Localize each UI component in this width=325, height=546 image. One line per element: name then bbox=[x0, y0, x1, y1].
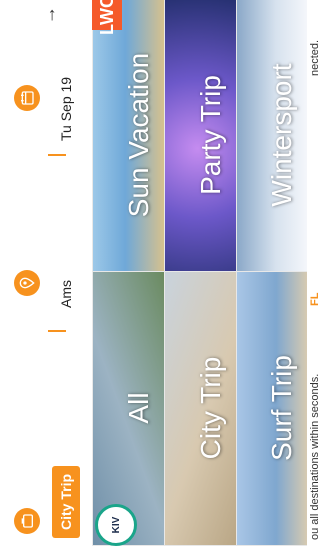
category-label: Sun Vacation bbox=[123, 52, 154, 218]
category-tile-wintersport[interactable]: Wintersport bbox=[236, 0, 309, 272]
category-tile-city-trip[interactable]: City Trip bbox=[164, 270, 238, 546]
origin-selector[interactable]: Ams bbox=[8, 166, 78, 316]
rotated-app-screen: City Trip Ams Tu Sep 19 → All City Trip … bbox=[0, 0, 325, 546]
calendar-icon bbox=[14, 85, 40, 111]
date-value[interactable]: Tu Sep 19 bbox=[52, 77, 80, 141]
trip-type-value[interactable]: City Trip bbox=[52, 465, 80, 538]
brand-logo-right: LWC bbox=[92, 0, 122, 35]
search-bar: City Trip Ams Tu Sep 19 → bbox=[0, 0, 92, 546]
category-tile-surf-trip[interactable]: Surf Trip bbox=[236, 270, 309, 546]
category-tile-party-trip[interactable]: Party Trip bbox=[164, 0, 238, 272]
footer-text-left: ou all destinations within seconds. bbox=[309, 373, 321, 540]
category-label: Party Trip bbox=[195, 75, 226, 195]
footer-text-right: nected. bbox=[309, 39, 321, 76]
footer-strip: ou all destinations within seconds. FL n… bbox=[307, 0, 325, 546]
category-label: Surf Trip bbox=[266, 355, 297, 461]
brand-logo-left: KIV bbox=[95, 504, 137, 546]
category-tile-sun-vacation[interactable]: Sun Vacation bbox=[92, 0, 166, 272]
separator bbox=[48, 330, 66, 332]
category-tile-all[interactable]: All bbox=[92, 270, 166, 546]
footer-hint: FL bbox=[309, 292, 321, 306]
trip-type-selector[interactable]: City Trip bbox=[8, 338, 80, 538]
category-grid: All City Trip Surf Trip Sun Vacation Par… bbox=[92, 0, 309, 546]
location-pin-icon bbox=[14, 270, 40, 296]
separator bbox=[48, 154, 66, 156]
origin-value[interactable]: Ams bbox=[52, 280, 80, 308]
category-label: All bbox=[123, 392, 154, 424]
date-selector[interactable]: Tu Sep 19 bbox=[8, 31, 78, 141]
category-label: Wintersport bbox=[266, 63, 297, 207]
suitcase-icon bbox=[14, 508, 40, 534]
category-label: City Trip bbox=[195, 356, 226, 460]
next-arrow-button[interactable]: → bbox=[34, 0, 64, 30]
